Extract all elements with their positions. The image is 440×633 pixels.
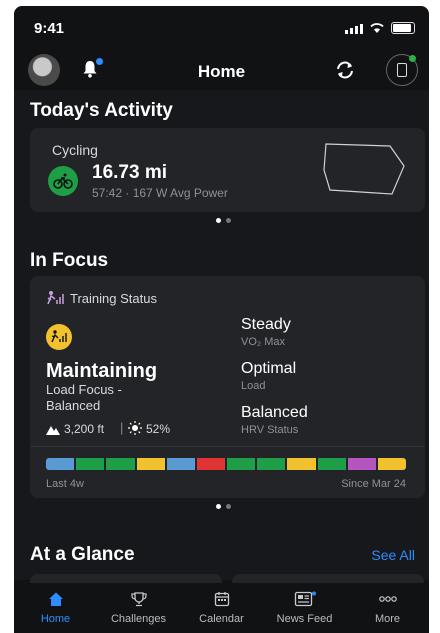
page-dot-1 [216,504,221,509]
section-title-todays-activity: Today's Activity [30,100,173,121]
history-segment [106,458,135,470]
system-indicators [345,22,415,34]
page-title: Home [197,62,246,81]
metric-label-load: Load [241,380,266,392]
heat-value: 52% [146,422,171,436]
page-dot-2 [226,218,231,223]
training-status-card[interactable]: Training Status Maintaining Load Focus -… [30,276,425,498]
section-title-in-focus: In Focus [30,250,109,271]
history-segment [166,458,195,470]
signal-icon [345,24,363,34]
activity-distance: 16.73 mi [92,162,167,183]
tab-calendar[interactable]: Calendar [180,583,263,633]
tab-label: Challenges [110,613,167,625]
device-button[interactable] [386,54,418,86]
history-segment [347,458,376,470]
history-segment [257,458,286,470]
sun-icon [128,421,142,435]
app-screen: 9:41 Home Today's Activity Cycling 16.73… [14,6,429,633]
tab-label: More [374,613,401,625]
status-time: 9:41 [34,20,65,37]
load-focus-line-1: Load Focus - [46,382,122,397]
training-status-value: Maintaining [46,360,158,382]
focus-page-indicator [216,504,231,509]
history-segment [46,458,75,470]
more-icon [378,596,397,602]
history-segment [227,458,256,470]
status-badge [46,324,72,350]
tab-challenges[interactable]: Challenges [97,583,180,633]
history-segment [377,458,407,470]
history-segment [76,458,105,470]
metric-value-load: Optimal [241,360,297,377]
bottom-tab-bar: Home Challenges Calendar News Feed More [14,583,429,633]
wifi-icon [370,23,384,33]
news-feed-icon [294,591,316,607]
divider: | [120,420,124,435]
section-title-at-a-glance: At a Glance [30,544,135,565]
metric-label-hrv: HRV Status [241,424,299,436]
page-dot-2 [226,504,231,509]
device-connected-dot [409,55,416,62]
page-dot-1 [216,218,221,223]
activity-type: Cycling [52,142,98,158]
battery-icon [391,22,415,34]
training-status-title: Training Status [70,291,157,306]
bike-icon [53,173,73,189]
activity-page-indicator [216,218,231,223]
cycling-badge [48,166,78,196]
load-focus-line-2: Balanced [46,398,101,413]
activity-details: 57:42 · 167 W Avg Power [92,186,228,200]
top-header: Home [14,50,429,90]
history-segment [287,458,316,470]
metric-value-vo2: Steady [241,316,291,333]
status-bar: 9:41 [14,6,429,46]
tab-more[interactable]: More [346,583,429,633]
mountain-icon [46,426,60,435]
see-all-link[interactable]: See All [371,547,415,563]
range-start-label: Last 4w [46,478,84,490]
tab-label: News Feed [276,613,333,625]
home-feed[interactable]: Today's Activity Cycling 16.73 mi 57:42 … [14,90,429,594]
challenges-icon [130,592,147,607]
watch-icon [397,63,407,77]
tab-home[interactable]: Home [14,583,97,633]
history-segment [136,458,165,470]
history-segment [317,458,346,470]
range-end-label: Since Mar 24 [341,478,406,490]
route-map-thumbnail [323,143,405,195]
tab-label: Calendar [199,613,244,625]
tab-label: Home [40,613,71,625]
metric-value-hrv: Balanced [241,404,308,421]
training-history-bar [46,458,407,470]
metric-label-vo2: VO₂ Max [241,336,285,348]
runner-icon [51,330,67,343]
activity-card[interactable]: Cycling 16.73 mi 57:42 · 167 W Avg Power [30,128,425,212]
sync-icon[interactable] [334,60,356,80]
home-icon [48,592,63,606]
training-status-icon [47,291,64,305]
card-divider [30,446,425,447]
tab-news-feed[interactable]: News Feed [263,583,346,633]
altitude-value: 3,200 ft [64,422,105,436]
history-segment [196,458,226,470]
calendar-icon [214,592,229,607]
